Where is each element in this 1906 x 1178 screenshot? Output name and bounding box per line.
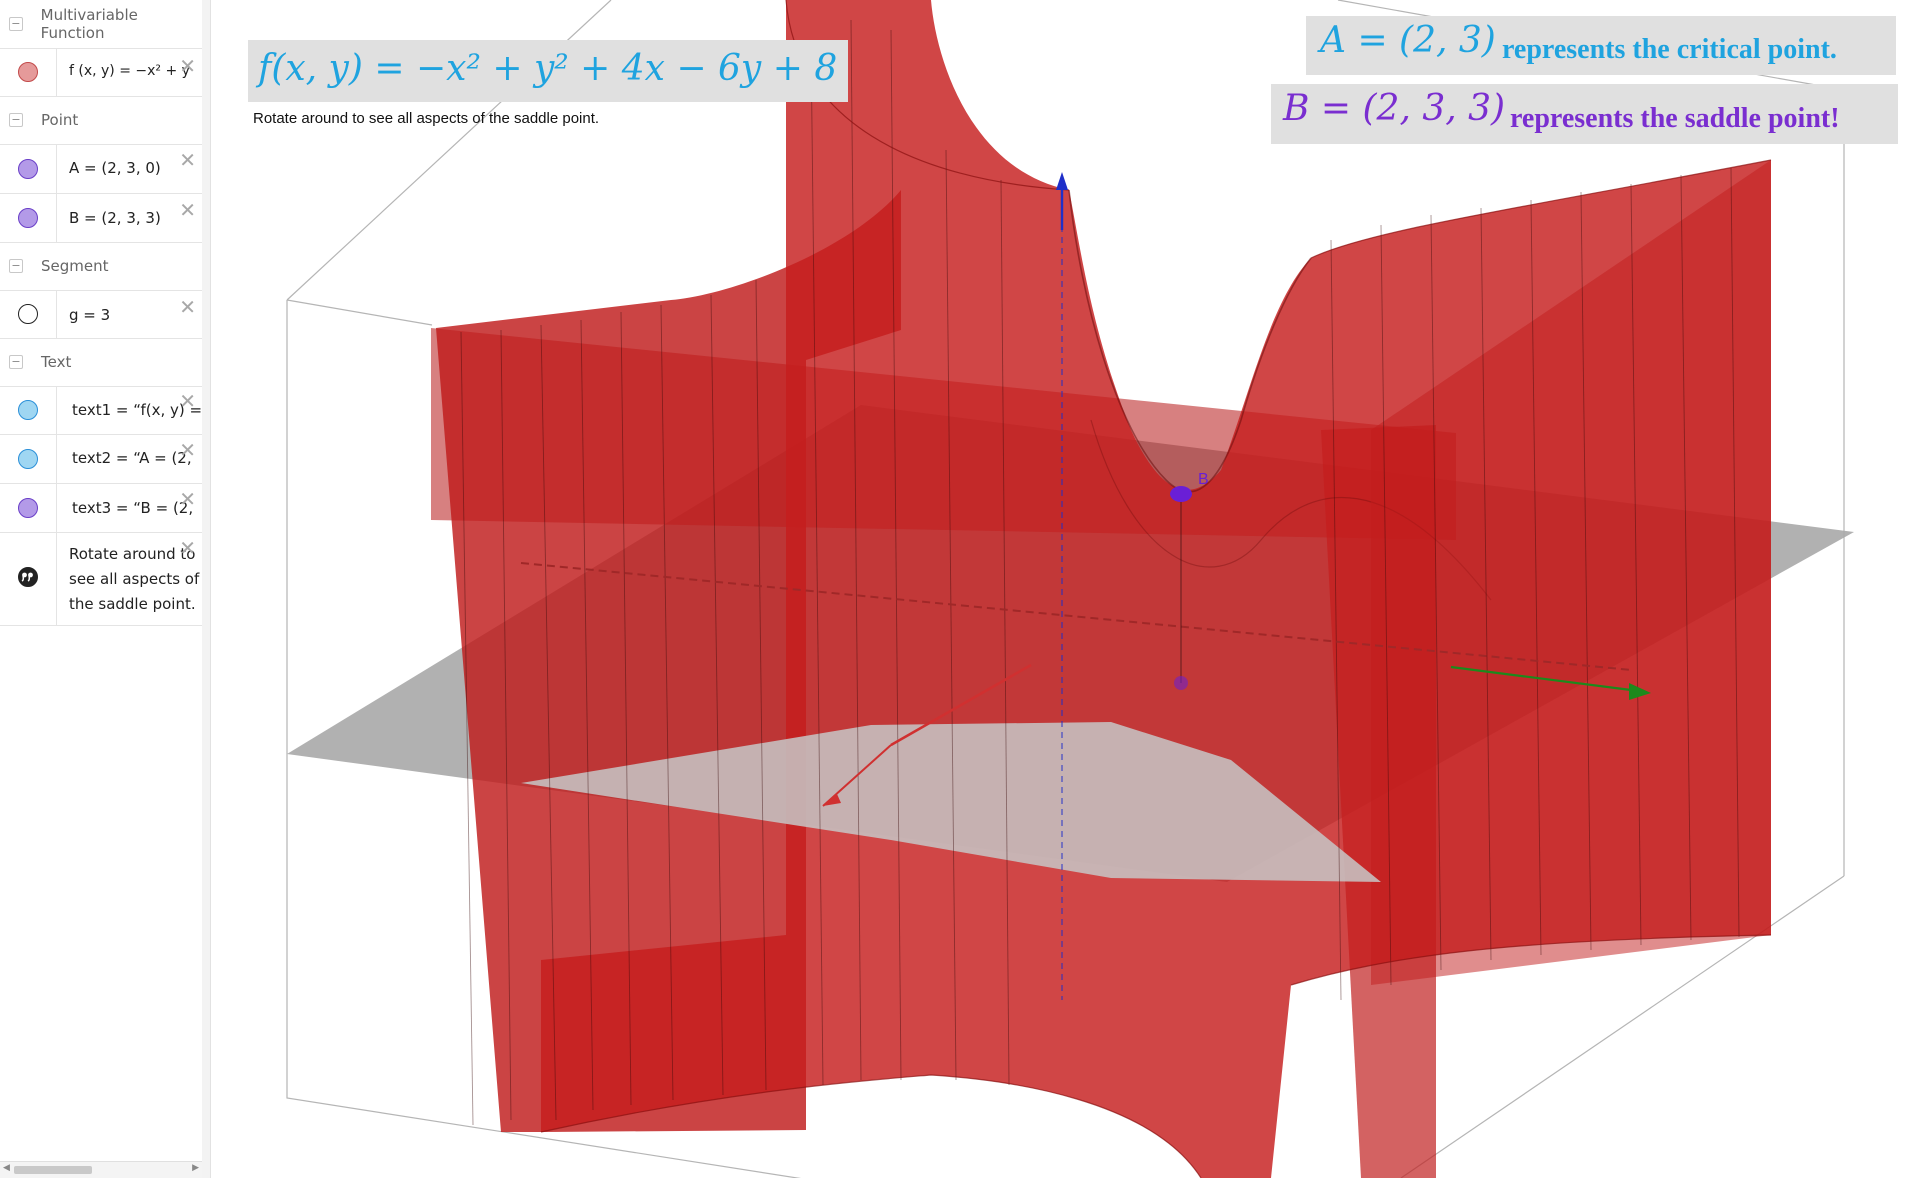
close-icon[interactable]: ✕	[179, 56, 196, 76]
marble-cell	[0, 194, 57, 242]
close-icon[interactable]: ✕	[179, 440, 196, 460]
algebra-item-text[interactable]: g = 3	[69, 306, 110, 324]
close-icon[interactable]: ✕	[179, 200, 196, 220]
close-icon[interactable]: ✕	[179, 489, 196, 509]
algebra-item-a[interactable]: A = (2, 3, 0) ✕	[0, 144, 202, 194]
saddle-point-caption: represents the saddle point!	[1510, 103, 1840, 134]
algebra-item-text-line[interactable]: see all aspects of	[69, 570, 199, 588]
rotate-instruction: Rotate around to see all aspects of the …	[253, 110, 600, 127]
algebra-item-g[interactable]: g = 3 ✕	[0, 290, 202, 339]
close-icon[interactable]: ✕	[179, 538, 196, 558]
function-formula: f(x, y) = −x² + y² + 4x − 6y + 8	[258, 48, 838, 89]
text3-box[interactable]: B = (2, 3, 3) represents the saddle poin…	[1271, 84, 1898, 144]
collapse-toggle-icon[interactable]: −	[9, 113, 23, 127]
marble-cell	[0, 386, 57, 434]
group-point[interactable]: − Point	[0, 96, 202, 145]
algebra-item-text3[interactable]: text3 = “B = (2, ✕	[0, 484, 202, 533]
quote-icon[interactable]	[18, 567, 38, 587]
scroll-left-icon[interactable]: ◀	[3, 1163, 10, 1173]
group-header-label: Multivariable Function	[40, 6, 138, 42]
collapse-toggle-icon[interactable]: −	[9, 355, 23, 369]
visibility-marble[interactable]	[18, 449, 38, 469]
algebra-item-text2[interactable]: text2 = “A = (2, ✕	[0, 435, 202, 484]
horizontal-scrollbar[interactable]: ◀ ▶	[0, 1161, 202, 1178]
text2-box[interactable]: A = (2, 3) represents the critical point…	[1306, 16, 1896, 75]
marble-cell	[0, 290, 57, 338]
group-multivariable-function[interactable]: − Multivariable Function	[0, 0, 202, 49]
marble-cell	[0, 435, 57, 483]
algebra-item-text1[interactable]: text1 = “f(x, y) = ✕	[0, 386, 202, 435]
scene-3d[interactable]: B	[211, 0, 1906, 1178]
visibility-marble[interactable]	[18, 159, 38, 179]
critical-point-caption: represents the critical point.	[1502, 34, 1837, 65]
group-header-label: Point	[41, 111, 79, 129]
scrollbar-thumb[interactable]	[14, 1166, 92, 1174]
marble-cell	[0, 144, 57, 193]
algebra-item-b[interactable]: B = (2, 3, 3) ✕	[0, 194, 202, 243]
visibility-marble[interactable]	[18, 208, 38, 228]
close-icon[interactable]: ✕	[179, 391, 196, 411]
algebra-item-text[interactable]: A = (2, 3, 0)	[69, 159, 161, 177]
visibility-marble[interactable]	[18, 498, 38, 518]
algebra-item-text-line[interactable]: the saddle point.	[69, 595, 196, 613]
point-a[interactable]	[1174, 676, 1188, 690]
algebra-item-text[interactable]: text2 = “A = (2,	[72, 449, 192, 467]
group-header-label: Text	[41, 353, 72, 371]
group-segment[interactable]: − Segment	[0, 242, 202, 291]
collapse-toggle-icon[interactable]: −	[9, 17, 23, 31]
group-text[interactable]: − Text	[0, 338, 202, 387]
algebra-item-text[interactable]: f (x, y) = −x² + y	[69, 63, 190, 79]
group-header-label: Segment	[41, 257, 109, 275]
scroll-right-icon[interactable]: ▶	[192, 1163, 199, 1173]
text1-formula-box[interactable]: f(x, y) = −x² + y² + 4x − 6y + 8	[248, 40, 848, 102]
visibility-marble[interactable]	[18, 400, 38, 420]
collapse-toggle-icon[interactable]: −	[9, 259, 23, 273]
algebra-item-text[interactable]: B = (2, 3, 3)	[69, 209, 161, 227]
algebra-item-text4[interactable]: Rotate around to see all aspects of the …	[0, 533, 202, 626]
algebra-view: − Multivariable Function f (x, y) = −x² …	[0, 0, 203, 1178]
point-b[interactable]	[1170, 486, 1192, 502]
marble-cell	[0, 48, 57, 96]
view-divider[interactable]	[202, 0, 211, 1178]
z-axis-arrow-icon	[1056, 172, 1068, 190]
graphics-3d-view[interactable]: B f(x, y) = −x² + y² + 4x − 6y + 8 Rotat…	[211, 0, 1906, 1178]
point-b-label: B	[1198, 471, 1209, 488]
visibility-marble[interactable]	[18, 62, 38, 82]
saddle-point-formula: B = (2, 3, 3)	[1283, 88, 1506, 129]
marble-cell	[0, 484, 57, 532]
marble-cell	[0, 533, 57, 625]
close-icon[interactable]: ✕	[179, 297, 196, 317]
algebra-item-text[interactable]: text3 = “B = (2,	[72, 499, 193, 517]
visibility-marble[interactable]	[18, 304, 38, 324]
critical-point-formula: A = (2, 3)	[1320, 20, 1496, 61]
close-icon[interactable]: ✕	[179, 150, 196, 170]
algebra-item-text-line[interactable]: Rotate around to	[69, 545, 195, 563]
algebra-item-f[interactable]: f (x, y) = −x² + y ✕	[0, 48, 202, 97]
